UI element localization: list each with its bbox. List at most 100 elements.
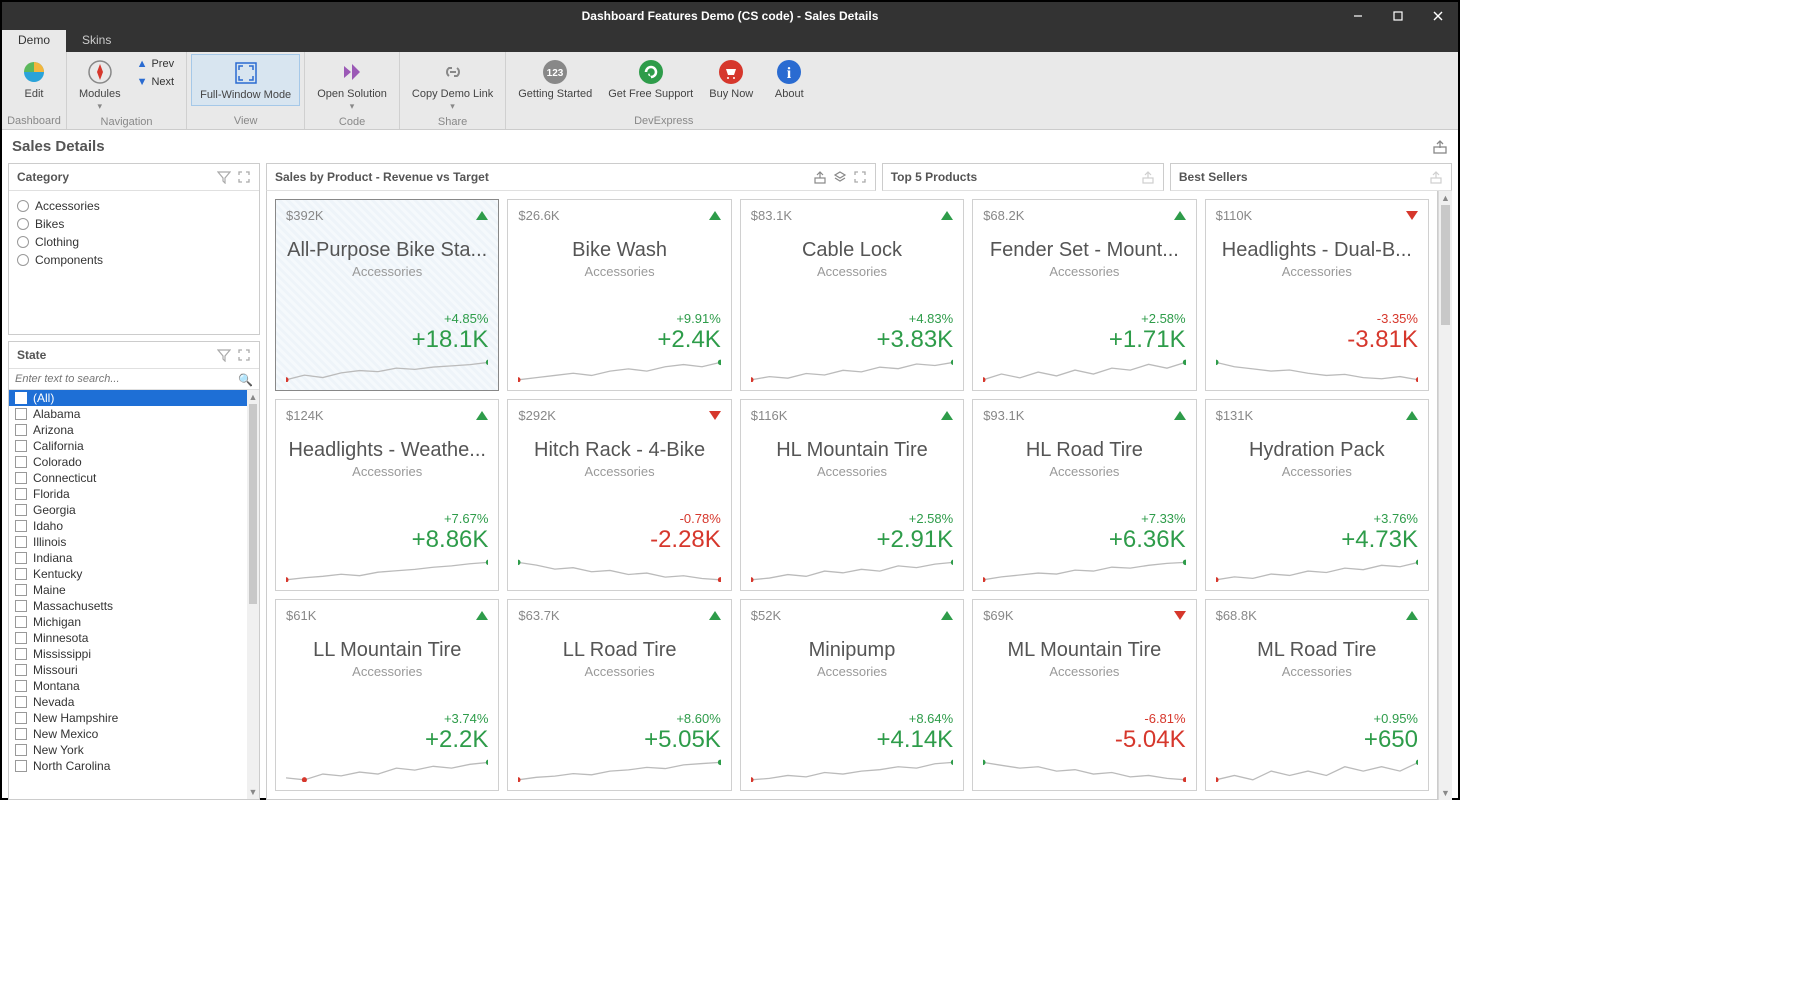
buy-now-button[interactable]: Buy Now [701,54,761,104]
product-card[interactable]: $392KAll-Purpose Bike Sta...Accessories+… [275,199,499,391]
state-item[interactable]: Minnesota [9,630,259,646]
state-search-input[interactable] [9,369,259,390]
category-item[interactable]: Bikes [17,215,251,233]
full-window-mode-button[interactable]: Full-Window Mode [191,54,300,106]
state-item[interactable]: California [9,438,259,454]
card-product-name: ML Road Tire [1216,639,1418,662]
open-solution-button[interactable]: Open Solution▾ [309,54,395,116]
product-card[interactable]: $52KMinipumpAccessories+8.64%+4.14K [740,599,964,791]
card-delta: -2.28K [518,526,720,554]
product-card[interactable]: $63.7KLL Road TireAccessories+8.60%+5.05… [507,599,731,791]
product-card[interactable]: $68.8KML Road TireAccessories+0.95%+650 [1205,599,1429,791]
maximize-button[interactable] [1378,2,1418,30]
scroll-up-icon[interactable]: ▲ [1439,191,1452,205]
state-item[interactable]: New Mexico [9,726,259,742]
card-category: Accessories [983,264,1185,279]
trend-up-icon [1406,611,1418,620]
about-button[interactable]: i About [761,54,817,104]
state-item[interactable]: New York [9,742,259,758]
state-item[interactable]: Maine [9,582,259,598]
top5-header-title: Top 5 Products [891,170,977,184]
trend-down-icon [1406,211,1418,220]
state-item[interactable]: Mississippi [9,646,259,662]
state-item[interactable]: Idaho [9,518,259,534]
filter-icon[interactable] [217,170,231,184]
scroll-down-icon[interactable]: ▼ [1439,786,1452,800]
checkbox-icon [15,408,27,420]
product-card[interactable]: $131KHydration PackAccessories+3.76%+4.7… [1205,399,1429,591]
maximize-panel-icon[interactable] [853,170,867,184]
edit-button[interactable]: Edit [6,54,62,104]
scrollbar[interactable]: ▲ ▼ [247,390,259,799]
export-icon[interactable] [1141,170,1155,184]
state-item[interactable]: Missouri [9,662,259,678]
product-card[interactable]: $69KML Mountain TireAccessories-6.81%-5.… [972,599,1196,791]
layers-icon[interactable] [833,170,847,184]
trend-up-icon [476,411,488,420]
close-button[interactable] [1418,2,1458,30]
product-card[interactable]: $292KHitch Rack - 4-BikeAccessories-0.78… [507,399,731,591]
state-item[interactable]: New Hampshire [9,710,259,726]
state-item[interactable]: Montana [9,678,259,694]
card-revenue: $124K [286,408,324,423]
prev-button[interactable]: ▲Prev [135,56,177,72]
checkbox-icon [15,616,27,628]
category-item[interactable]: Components [17,251,251,269]
state-list[interactable]: (All)AlabamaArizonaCaliforniaColoradoCon… [9,390,259,799]
category-item[interactable]: Accessories [17,197,251,215]
scroll-thumb[interactable] [249,404,257,604]
product-card[interactable]: $110KHeadlights - Dual-B...Accessories-3… [1205,199,1429,391]
card-sparkline [983,358,1185,382]
state-item[interactable]: Illinois [9,534,259,550]
scroll-up-icon[interactable]: ▲ [247,390,259,404]
card-revenue: $52K [751,608,781,623]
product-card[interactable]: $68.2KFender Set - Mount...Accessories+2… [972,199,1196,391]
card-sparkline [983,558,1185,582]
getting-started-button[interactable]: 123 Getting Started [510,54,600,104]
state-item[interactable]: Arizona [9,422,259,438]
state-item[interactable]: Massachusetts [9,598,259,614]
cart-icon [717,58,745,86]
export-icon[interactable] [1429,170,1443,184]
export-button[interactable] [1432,139,1448,155]
copy-demo-link-button[interactable]: Copy Demo Link▾ [404,54,501,116]
state-item[interactable]: Georgia [9,502,259,518]
checkbox-icon [15,552,27,564]
scroll-thumb[interactable] [1441,205,1450,325]
state-item[interactable]: Kentucky [9,566,259,582]
state-item[interactable]: (All) [9,390,259,406]
category-item[interactable]: Clothing [17,233,251,251]
get-free-support-button[interactable]: Get Free Support [600,54,701,104]
minimize-button[interactable] [1338,2,1378,30]
checkbox-icon [15,504,27,516]
trend-up-icon [941,611,953,620]
product-card[interactable]: $93.1KHL Road TireAccessories+7.33%+6.36… [972,399,1196,591]
maximize-panel-icon[interactable] [237,170,251,184]
product-card[interactable]: $61KLL Mountain TireAccessories+3.74%+2.… [275,599,499,791]
filter-icon[interactable] [217,348,231,362]
state-item[interactable]: North Carolina [9,758,259,774]
modules-button[interactable]: Modules▾ [71,54,129,116]
state-item[interactable]: Alabama [9,406,259,422]
state-item[interactable]: Florida [9,486,259,502]
product-card[interactable]: $83.1KCable LockAccessories+4.83%+3.83K [740,199,964,391]
state-item[interactable]: Michigan [9,614,259,630]
radio-icon [17,200,29,212]
next-button[interactable]: ▼Next [135,74,177,90]
tab-demo[interactable]: Demo [2,30,66,52]
state-item[interactable]: Colorado [9,454,259,470]
cards-scrollbar[interactable]: ▲ ▼ [1438,191,1452,800]
maximize-panel-icon[interactable] [237,348,251,362]
card-delta: -5.04K [983,726,1185,754]
product-card[interactable]: $26.6KBike WashAccessories+9.91%+2.4K [507,199,731,391]
tab-skins[interactable]: Skins [66,30,127,52]
ribbon-group-dashboard: Edit Dashboard [2,52,67,129]
product-card[interactable]: $116KHL Mountain TireAccessories+2.58%+2… [740,399,964,591]
state-item[interactable]: Connecticut [9,470,259,486]
state-item[interactable]: Indiana [9,550,259,566]
product-card[interactable]: $124KHeadlights - Weathe...Accessories+7… [275,399,499,591]
state-item[interactable]: Nevada [9,694,259,710]
scroll-down-icon[interactable]: ▼ [247,785,259,799]
card-delta: +6.36K [983,526,1185,554]
export-icon[interactable] [813,170,827,184]
